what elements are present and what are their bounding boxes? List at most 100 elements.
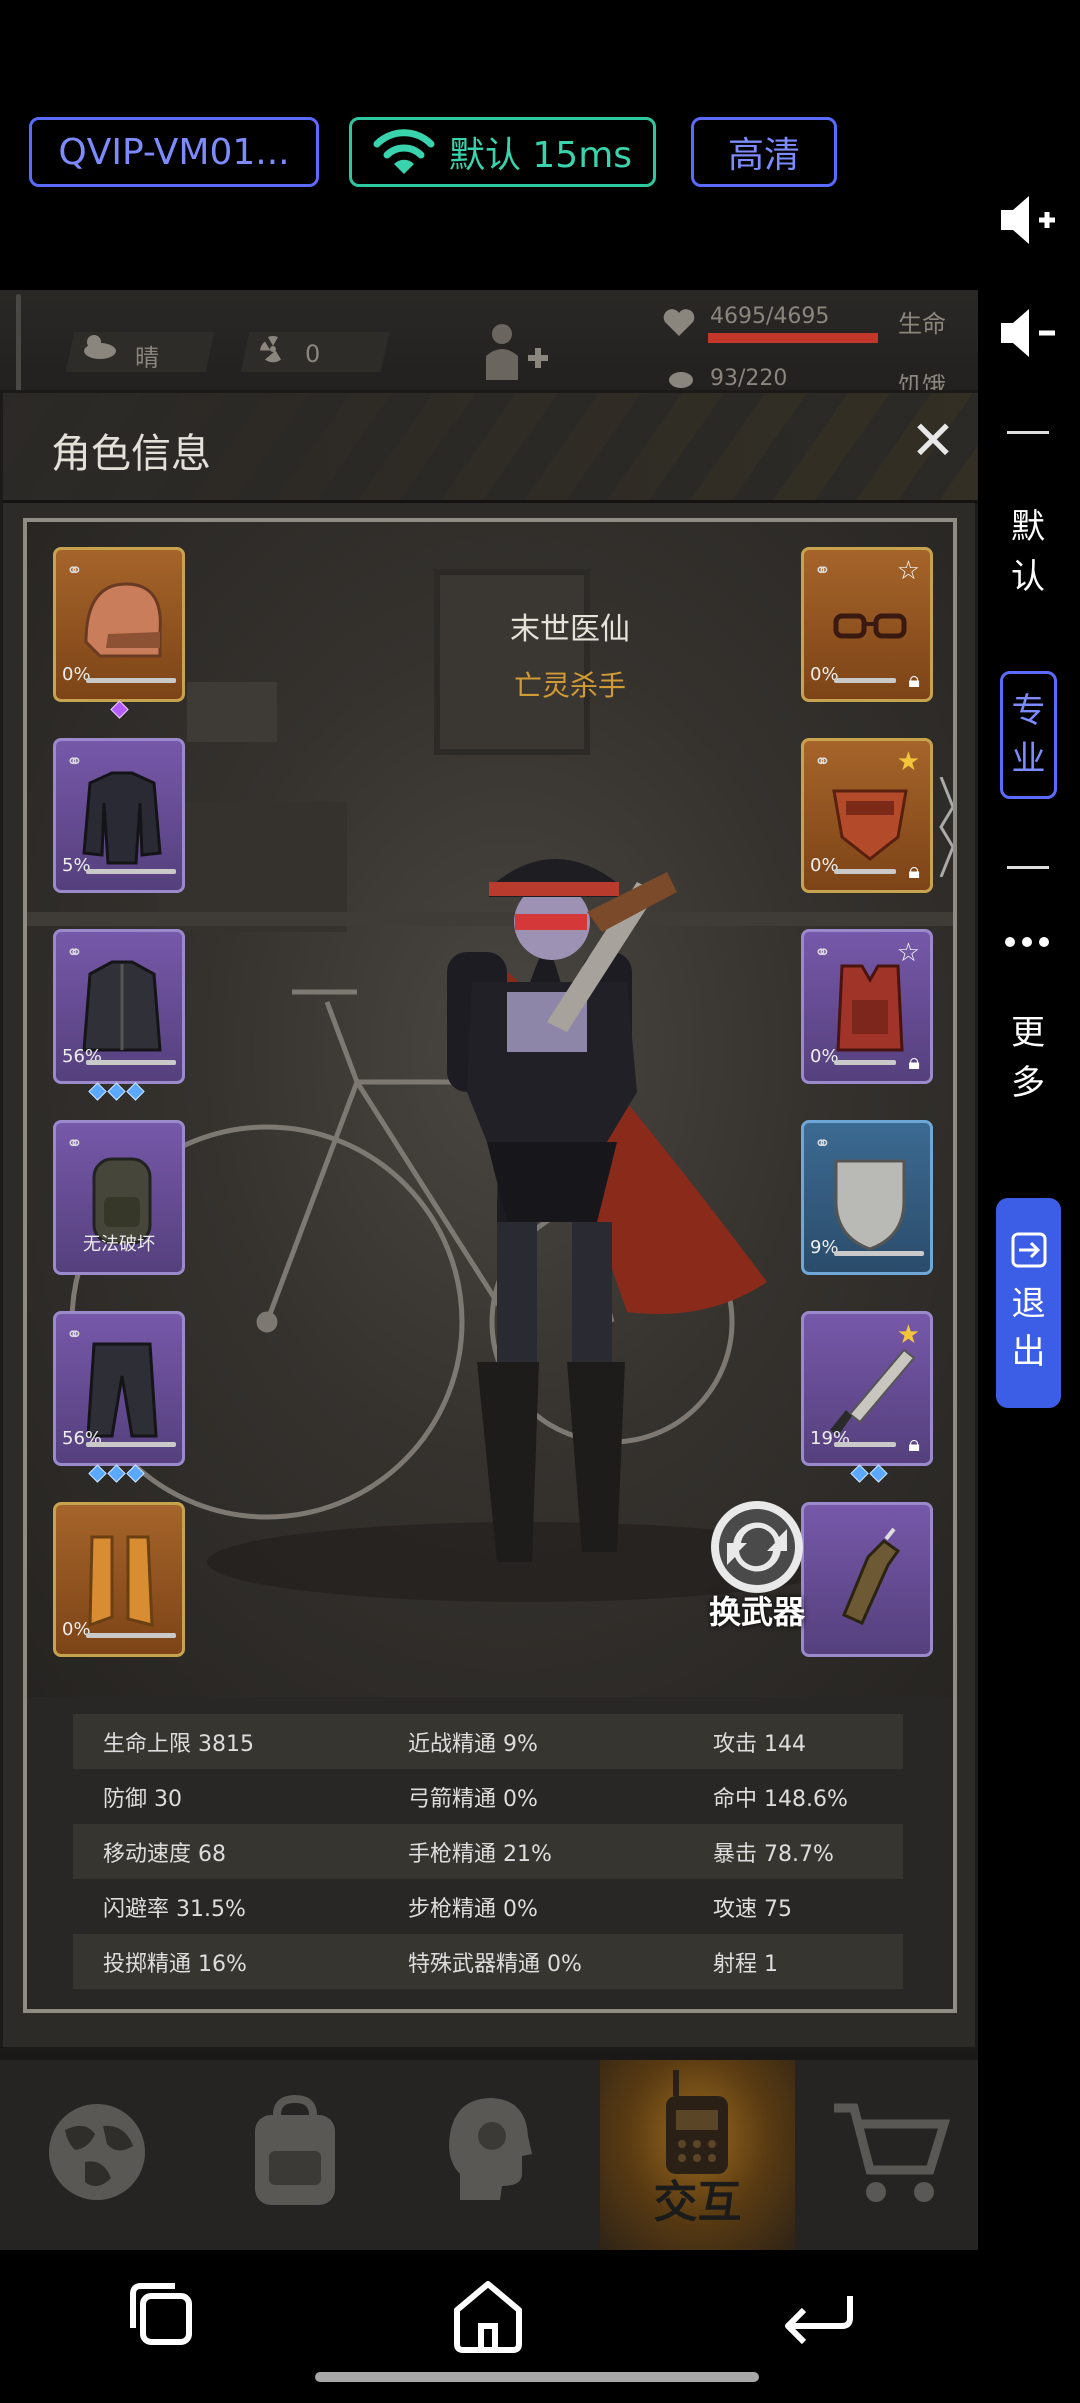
swap-weapon-button[interactable]: 换武器 bbox=[687, 1497, 827, 1637]
shield-slot[interactable]: ⚭ 9% bbox=[801, 1120, 933, 1275]
exit-icon bbox=[1011, 1232, 1046, 1268]
stat-cell: 射程 1 bbox=[713, 1951, 778, 1977]
lock-icon: 🔒︎ bbox=[908, 668, 920, 693]
lock-icon: 🔒︎ bbox=[908, 1050, 920, 1075]
stat-cell: 移动速度 68 bbox=[103, 1841, 226, 1867]
more-button[interactable]: 更 多 bbox=[975, 1008, 1080, 1108]
durability-bar bbox=[834, 1251, 924, 1256]
more-label-2: 多 bbox=[1011, 1063, 1045, 1103]
stat-cell: 步枪精通 0% bbox=[408, 1896, 538, 1922]
nav-interact[interactable]: 交互 bbox=[600, 2060, 795, 2250]
nav-backpack[interactable] bbox=[195, 2060, 390, 2250]
game-bottom-nav: 交互 bbox=[0, 2060, 978, 2250]
gem-icon bbox=[107, 1082, 126, 1101]
network-latency-label: 默认 15ms bbox=[448, 135, 633, 176]
gem-row bbox=[850, 1464, 888, 1483]
pro-label-2: 业 bbox=[1011, 739, 1046, 779]
stat-cell: 投掷精通 16% bbox=[103, 1951, 247, 1977]
exit-label-1: 退 bbox=[1011, 1284, 1046, 1324]
back-icon[interactable] bbox=[770, 2270, 860, 2360]
character-frame: 末世医仙 亡灵杀手 ⚭ 0% ⚭ 5% ⚭ 56% ⚭ 无法破坏 ⚭ 56% 0… bbox=[23, 518, 957, 2013]
network-latency-button[interactable]: 默认 15ms bbox=[349, 117, 656, 187]
lock-icon: 🔒︎ bbox=[908, 1432, 920, 1457]
stat-cell: 生命上限 3815 bbox=[103, 1731, 254, 1757]
weather-label: 晴 bbox=[135, 344, 159, 372]
gem-icon bbox=[88, 1082, 107, 1101]
jacket-slot[interactable]: ⚭ 5% bbox=[53, 738, 185, 893]
boots-slot[interactable]: 0% bbox=[53, 1502, 185, 1657]
durability-bar bbox=[834, 869, 896, 874]
backpack-slot[interactable]: ⚭ 无法破坏 bbox=[53, 1120, 185, 1275]
hp-value: 4695/4695 bbox=[710, 304, 830, 329]
lock-icon: 🔒︎ bbox=[908, 859, 920, 884]
swap-weapon-label: 换武器 bbox=[708, 1593, 805, 1631]
close-icon[interactable]: ✕ bbox=[905, 413, 961, 469]
gem-icon bbox=[126, 1082, 145, 1101]
mask-slot[interactable]: ⚭ ★ 0% 🔒︎ bbox=[801, 738, 933, 893]
default-label-2: 认 bbox=[1011, 557, 1045, 597]
nav-interact-label: 交互 bbox=[653, 2177, 742, 2228]
machete-slot[interactable]: ★ 19% 🔒︎ bbox=[801, 1311, 933, 1466]
gem-row bbox=[88, 1464, 145, 1483]
vest-slot[interactable]: ⚭ ☆ 0% 🔒︎ bbox=[801, 929, 933, 1084]
durability-bar bbox=[834, 1442, 896, 1447]
more-dots-icon bbox=[1005, 937, 1049, 947]
hp-bar bbox=[708, 333, 878, 343]
durability-bar bbox=[86, 1060, 176, 1065]
gem-icon bbox=[107, 1464, 126, 1483]
durability-bar bbox=[834, 678, 896, 683]
wifi-icon bbox=[373, 129, 435, 174]
pants-slot[interactable]: ⚭ 56% bbox=[53, 1311, 185, 1466]
durability-bar bbox=[86, 678, 176, 683]
durability-bar bbox=[86, 1633, 176, 1638]
stat-cell: 攻速 75 bbox=[713, 1896, 792, 1922]
gem-icon bbox=[126, 1464, 145, 1483]
gem-icon bbox=[869, 1464, 888, 1483]
panel-header: 角色信息 ✕ bbox=[3, 393, 978, 503]
default-mode-button[interactable]: 默 认 bbox=[975, 502, 1080, 602]
nav-shop[interactable] bbox=[795, 2060, 978, 2250]
goggles-slot[interactable]: ⚭ ☆ 0% 🔒︎ bbox=[801, 547, 933, 702]
shop-cart-icon bbox=[834, 2103, 950, 2202]
stats-table: 生命上限 3815 近战精通 9% 攻击 144 防御 30 弓箭精通 0% 命中 14… bbox=[73, 1714, 903, 1989]
heart-icon bbox=[663, 309, 695, 336]
side-divider bbox=[1007, 866, 1049, 869]
home-icon[interactable] bbox=[443, 2270, 533, 2360]
stat-cell: 暴击 78.7% bbox=[713, 1841, 834, 1867]
pro-mode-button[interactable]: 专 业 bbox=[1000, 671, 1057, 799]
stat-cell: 近战精通 9% bbox=[408, 1731, 538, 1757]
recents-icon[interactable] bbox=[117, 2270, 207, 2360]
molotov-icon bbox=[842, 1527, 901, 1625]
gem-row bbox=[88, 1082, 145, 1101]
skills-head-icon bbox=[449, 2098, 532, 2200]
nav-world-map[interactable] bbox=[0, 2060, 195, 2250]
radiation-value: 0 bbox=[305, 340, 321, 368]
stat-cell: 攻击 144 bbox=[713, 1731, 806, 1757]
add-survivor-icon[interactable] bbox=[480, 320, 550, 380]
character-scene: 末世医仙 亡灵杀手 ⚭ 0% ⚭ 5% ⚭ 56% ⚭ 无法破坏 ⚭ 56% 0… bbox=[27, 522, 953, 1697]
vm-selector-button[interactable]: QVIP-VM01... bbox=[29, 117, 319, 187]
indestructible-note: 无法破坏 bbox=[83, 1234, 155, 1255]
stat-cell: 手枪精通 21% bbox=[408, 1841, 552, 1867]
stat-cell: 特殊武器精通 0% bbox=[408, 1951, 582, 1977]
game-hud: 晴 0 4695/4695 生命 93/220 饥饿 bbox=[0, 290, 978, 400]
helmet-slot[interactable]: ⚭ 0% bbox=[53, 547, 185, 702]
volume-down-icon[interactable] bbox=[995, 303, 1059, 363]
exit-button[interactable]: 退 出 bbox=[996, 1198, 1061, 1408]
gem-row bbox=[110, 700, 129, 719]
world-map-icon bbox=[49, 2104, 145, 2200]
durability-bar bbox=[86, 1442, 176, 1447]
gem-icon bbox=[110, 700, 129, 719]
home-indicator[interactable] bbox=[315, 2372, 759, 2382]
stats-row: 移动速度 68 手枪精通 21% 暴击 78.7% bbox=[73, 1824, 903, 1879]
volume-up-icon[interactable] bbox=[995, 190, 1059, 250]
quality-button[interactable]: 高清 bbox=[691, 117, 837, 187]
game-viewport[interactable]: 晴 0 4695/4695 生命 93/220 饥饿 角色信息 ✕ 末世医仙 亡… bbox=[0, 290, 978, 2250]
stats-row: 投掷精通 16% 特殊武器精通 0% 射程 1 bbox=[73, 1934, 903, 1989]
coat-slot[interactable]: ⚭ 56% bbox=[53, 929, 185, 1084]
nav-skills[interactable] bbox=[390, 2060, 585, 2250]
interact-radio-icon bbox=[666, 2070, 728, 2174]
pro-label-1: 专 bbox=[1011, 691, 1046, 731]
gem-icon bbox=[88, 1464, 107, 1483]
hunger-value: 93/220 bbox=[710, 366, 788, 391]
